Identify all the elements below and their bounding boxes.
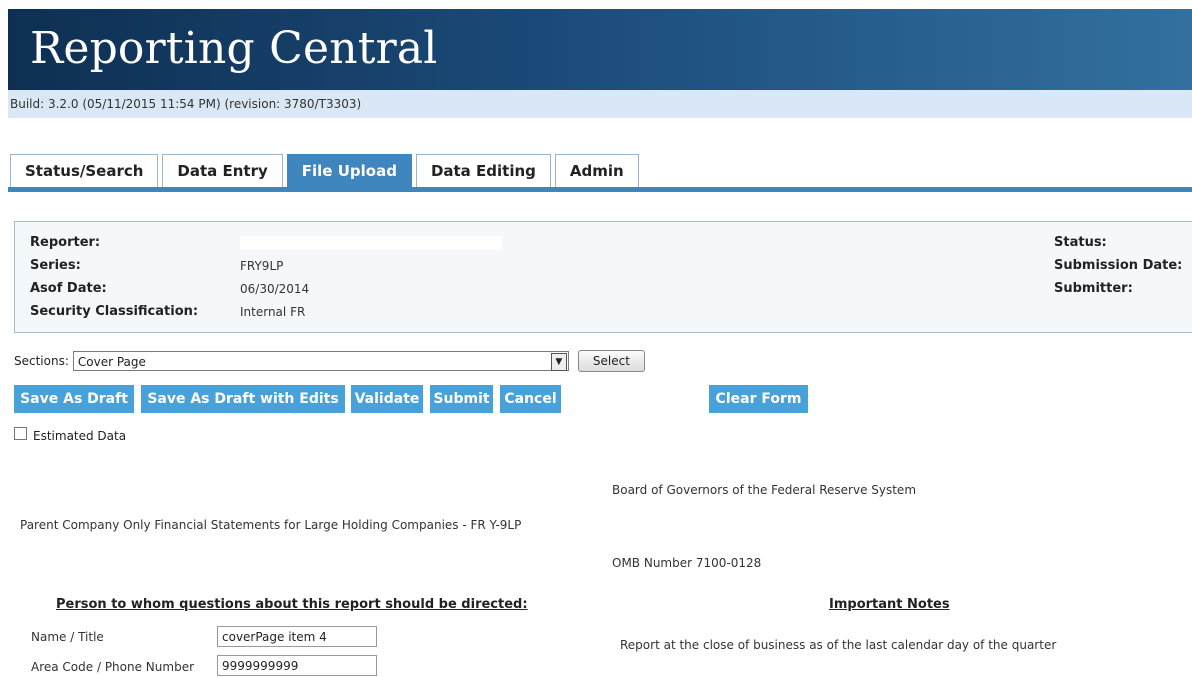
- save-as-draft-with-edits-button[interactable]: Save As Draft with Edits: [141, 385, 345, 413]
- tab-data-editing[interactable]: Data Editing: [415, 154, 551, 187]
- sections-selected: Cover Page: [77, 355, 146, 369]
- tab-data-entry[interactable]: Data Entry: [162, 154, 283, 187]
- report-title: Parent Company Only Financial Statements…: [20, 518, 522, 532]
- important-notes-heading: Important Notes: [829, 597, 950, 612]
- save-as-draft-button[interactable]: Save As Draft: [14, 385, 134, 413]
- report-info-panel: Reporter: Series: FRY9LP Asof Date: 06/3…: [14, 221, 1192, 333]
- tab-admin[interactable]: Admin: [554, 154, 639, 187]
- asof-date-label: Asof Date:: [30, 281, 107, 296]
- reporter-label: Reporter:: [30, 235, 101, 250]
- reporter-value: [240, 236, 502, 250]
- security-classification-label: Security Classification:: [30, 304, 199, 319]
- tab-file-upload[interactable]: File Upload: [286, 154, 412, 187]
- asof-date-value: 06/30/2014: [240, 282, 310, 296]
- name-title-input[interactable]: coverPage item 4: [217, 626, 377, 647]
- submission-date-label: Submission Date:: [1054, 258, 1183, 273]
- phone-label: Area Code / Phone Number: [31, 660, 195, 674]
- cancel-button[interactable]: Cancel: [500, 385, 561, 413]
- sections-dropdown[interactable]: Cover Page ▼: [72, 351, 569, 371]
- chevron-down-icon[interactable]: ▼: [550, 353, 567, 371]
- tab-status-search[interactable]: Status/Search: [10, 154, 159, 187]
- security-classification-value: Internal FR: [240, 305, 306, 319]
- estimated-data-label: Estimated Data: [33, 429, 127, 443]
- tab-bar: Status/Search Data Entry File Upload Dat…: [10, 154, 639, 187]
- app-title: Reporting Central: [30, 23, 438, 74]
- validate-button[interactable]: Validate: [351, 385, 423, 413]
- select-button[interactable]: Select: [577, 350, 645, 372]
- name-title-label: Name / Title: [31, 630, 104, 644]
- tab-underline: [8, 187, 1192, 192]
- submitter-label: Submitter:: [1054, 281, 1133, 296]
- contact-heading: Person to whom questions about this repo…: [56, 597, 528, 612]
- board-name: Board of Governors of the Federal Reserv…: [612, 483, 917, 497]
- series-label: Series:: [30, 258, 81, 273]
- estimated-data-checkbox[interactable]: [14, 427, 27, 440]
- omb-number: OMB Number 7100-0128: [612, 556, 762, 570]
- app-header: Reporting Central: [8, 9, 1192, 90]
- build-info: Build: 3.2.0 (05/11/2015 11:54 PM) (revi…: [8, 90, 1192, 118]
- note-text: Report at the close of business as of th…: [620, 638, 1057, 652]
- sections-row: Sections: Cover Page ▼ Select: [14, 350, 645, 372]
- series-value: FRY9LP: [240, 259, 284, 273]
- phone-input[interactable]: 9999999999: [217, 655, 377, 676]
- sections-label: Sections:: [14, 354, 69, 368]
- submit-button[interactable]: Submit: [430, 385, 493, 413]
- status-label: Status:: [1054, 235, 1107, 250]
- clear-form-button[interactable]: Clear Form: [709, 385, 808, 413]
